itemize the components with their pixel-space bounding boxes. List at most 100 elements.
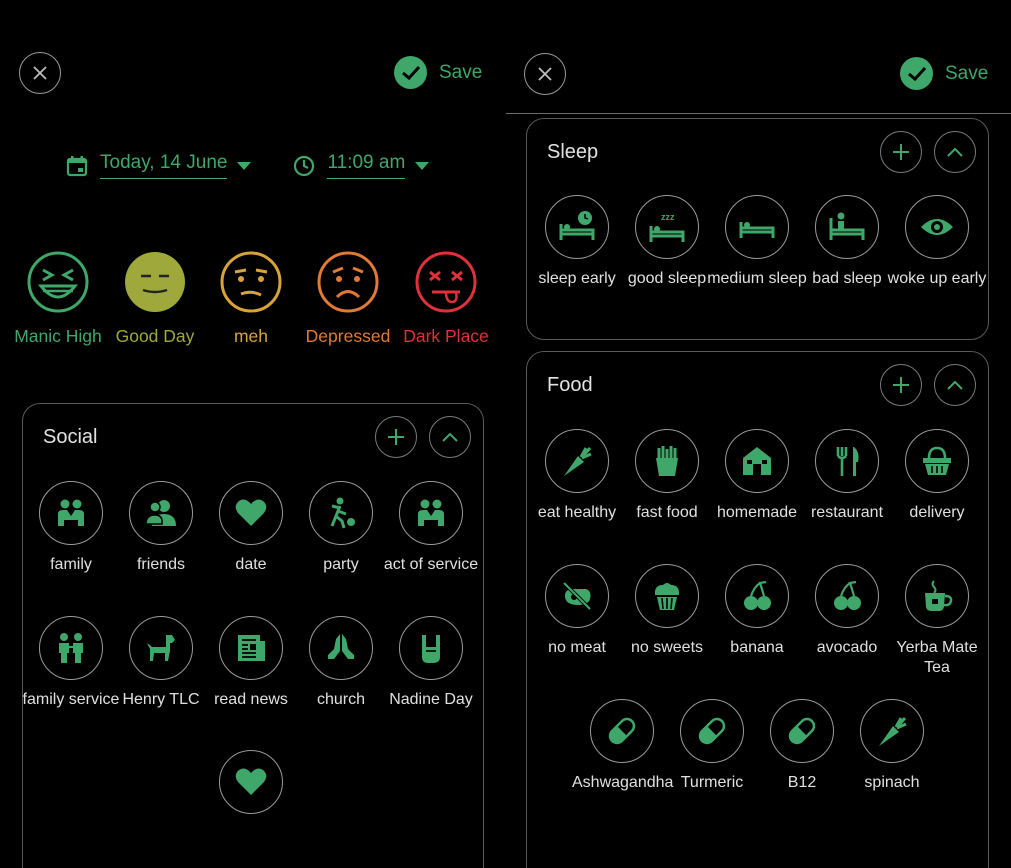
activity-yerba-mate-tea[interactable]: Yerba Mate Tea bbox=[887, 564, 987, 677]
activity-family[interactable]: family bbox=[21, 481, 121, 575]
mood-label: Dark Place bbox=[403, 326, 489, 346]
add-button[interactable] bbox=[880, 131, 922, 173]
save-button[interactable]: Save bbox=[900, 57, 988, 90]
mood-label: Good Day bbox=[115, 326, 195, 346]
activity-friends[interactable]: friends bbox=[111, 481, 211, 575]
eye-icon bbox=[905, 195, 969, 259]
activity-avocado[interactable]: avocado bbox=[797, 564, 897, 658]
activity-no-meat[interactable]: no meat bbox=[527, 564, 627, 658]
date-picker[interactable]: Today, 14 June bbox=[66, 152, 252, 179]
activity-label: spinach bbox=[864, 774, 920, 791]
time-value: 11:09 am bbox=[327, 152, 406, 179]
meh-face-icon bbox=[220, 251, 282, 313]
mood-label: Manic High bbox=[14, 326, 102, 346]
pill-icon bbox=[590, 699, 654, 763]
mood-depressed[interactable]: Depressed bbox=[298, 250, 398, 347]
activity-sleep-early[interactable]: sleep early bbox=[527, 195, 627, 289]
time-picker[interactable]: 11:09 am bbox=[293, 152, 430, 179]
activity-label: act of service bbox=[383, 556, 479, 573]
carrot-icon bbox=[545, 429, 609, 493]
dog-icon bbox=[129, 616, 193, 680]
tea-cup-icon bbox=[905, 564, 969, 628]
mood-good-day[interactable]: Good Day bbox=[105, 250, 205, 347]
left-screen: Save Today, 14 June 11:09 am Manic High … bbox=[0, 0, 500, 868]
close-icon bbox=[33, 66, 47, 80]
activity-fast-food[interactable]: fast food bbox=[617, 429, 717, 523]
activity-no-sweets[interactable]: no sweets bbox=[617, 564, 717, 658]
activity-label: delivery bbox=[909, 504, 965, 521]
social-card: Social family friends date party act of … bbox=[22, 403, 484, 868]
activity-label: B12 bbox=[787, 774, 817, 791]
activity-bad-sleep[interactable]: bad sleep bbox=[797, 195, 897, 289]
activity-act-of-service[interactable]: act of service bbox=[381, 481, 481, 575]
activity-label: fast food bbox=[636, 504, 698, 521]
activity-unlabeled[interactable] bbox=[201, 750, 301, 824]
activity-party[interactable]: party bbox=[291, 481, 391, 575]
activity-eat-healthy[interactable]: eat healthy bbox=[527, 429, 627, 523]
activity-restaurant[interactable]: restaurant bbox=[797, 429, 897, 523]
cherries-icon bbox=[815, 564, 879, 628]
close-button[interactable] bbox=[19, 52, 61, 94]
activity-nadine-day[interactable]: Nadine Day bbox=[381, 616, 481, 710]
save-button[interactable]: Save bbox=[394, 56, 482, 89]
activity-label: no sweets bbox=[630, 639, 704, 656]
mood-dark-place[interactable]: Dark Place bbox=[396, 250, 496, 347]
collapse-button[interactable] bbox=[934, 364, 976, 406]
party-icon bbox=[309, 481, 373, 545]
activity-label: Henry TLC bbox=[122, 691, 200, 708]
mood-manic-high[interactable]: Manic High bbox=[8, 250, 108, 347]
activity-turmeric[interactable]: Turmeric bbox=[662, 699, 762, 793]
activity-ashwagandha[interactable]: Ashwagandha bbox=[572, 699, 674, 793]
chevron-down-icon bbox=[237, 161, 252, 170]
family-icon bbox=[39, 481, 103, 545]
activity-henry-tlc[interactable]: Henry TLC bbox=[111, 616, 211, 710]
pill-icon bbox=[770, 699, 834, 763]
card-title: Social bbox=[43, 426, 98, 448]
activity-label: Yerba Mate Tea bbox=[896, 639, 978, 676]
fries-icon bbox=[635, 429, 699, 493]
laughing-face-icon bbox=[27, 251, 89, 313]
mood-meh[interactable]: meh bbox=[201, 250, 301, 347]
delivery-basket-icon bbox=[905, 429, 969, 493]
activity-label: friends bbox=[136, 556, 186, 573]
activity-label: Ashwagandha bbox=[572, 774, 674, 791]
activity-banana[interactable]: banana bbox=[707, 564, 807, 658]
activity-church[interactable]: church bbox=[291, 616, 391, 710]
activity-spinach[interactable]: spinach bbox=[842, 699, 942, 793]
close-button[interactable] bbox=[524, 53, 566, 95]
chevron-down-icon bbox=[415, 161, 430, 170]
right-screen: Save Sleep sleep early zzz good sleep me… bbox=[506, 0, 1011, 868]
date-value: Today, 14 June bbox=[100, 152, 228, 179]
add-button[interactable] bbox=[880, 364, 922, 406]
family-icon bbox=[399, 481, 463, 545]
clock-icon bbox=[294, 155, 315, 176]
activity-label: family bbox=[50, 556, 92, 573]
sleep-card: Sleep sleep early zzz good sleep medium … bbox=[526, 118, 989, 340]
activity-woke-up-early[interactable]: woke up early bbox=[887, 195, 987, 289]
family-service-icon bbox=[39, 616, 103, 680]
date-time-row: Today, 14 June 11:09 am bbox=[66, 152, 430, 179]
food-card: Food eat healthy fast food homemade rest… bbox=[526, 351, 989, 868]
activity-good-sleep[interactable]: zzz good sleep bbox=[617, 195, 717, 289]
card-title: Sleep bbox=[547, 141, 599, 163]
collapse-button[interactable] bbox=[934, 131, 976, 173]
activity-homemade[interactable]: homemade bbox=[707, 429, 807, 523]
fork-knife-icon bbox=[815, 429, 879, 493]
add-button[interactable] bbox=[375, 416, 417, 458]
card-title: Food bbox=[547, 374, 593, 396]
activity-family-service[interactable]: family service bbox=[21, 616, 121, 710]
house-icon bbox=[725, 429, 789, 493]
activity-date[interactable]: date bbox=[201, 481, 301, 575]
activity-b12[interactable]: B12 bbox=[752, 699, 852, 793]
friends-icon bbox=[129, 481, 193, 545]
save-label: Save bbox=[945, 62, 989, 84]
activity-read-news[interactable]: read news bbox=[201, 616, 301, 710]
activity-label: eat healthy bbox=[537, 504, 617, 521]
activity-medium-sleep[interactable]: medium sleep bbox=[707, 195, 807, 289]
activity-label: family service bbox=[22, 691, 120, 708]
activity-delivery[interactable]: delivery bbox=[887, 429, 987, 523]
mood-label: meh bbox=[233, 326, 269, 346]
collapse-button[interactable] bbox=[429, 416, 471, 458]
activity-label: woke up early bbox=[887, 270, 987, 287]
check-icon bbox=[394, 56, 427, 89]
